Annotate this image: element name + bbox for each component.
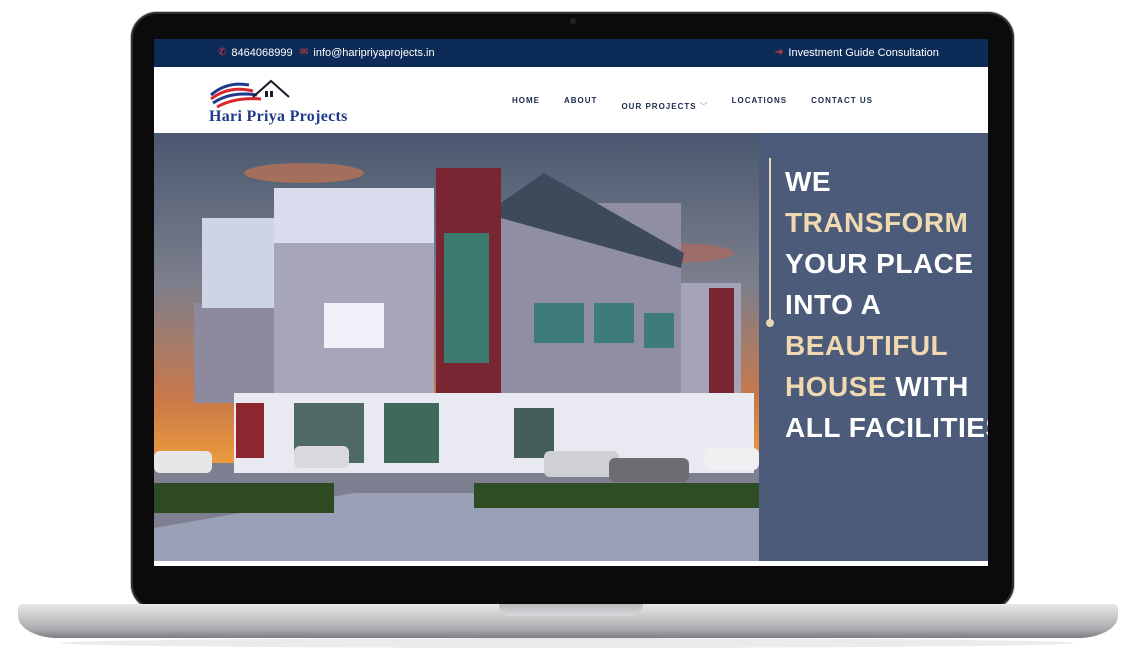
tagline-line-3: YOUR PLACE bbox=[785, 248, 974, 279]
decorative-line bbox=[769, 158, 771, 323]
hero-tagline: WE TRANSFORM YOUR PLACE INTO A BEAUTIFUL… bbox=[785, 161, 988, 448]
tagline-line-5: BEAUTIFUL bbox=[785, 330, 949, 361]
nav-about[interactable]: ABOUT bbox=[564, 96, 597, 114]
tagline-line-7: ALL FACILITIES bbox=[785, 412, 988, 443]
site-logo[interactable]: Hari Priya Projects bbox=[209, 77, 374, 127]
tagline-line-1: WE bbox=[785, 166, 832, 197]
house-photo bbox=[154, 133, 759, 561]
email-contact[interactable]: ✉ info@haripriyaprojects.in bbox=[300, 47, 435, 59]
envelope-icon: ✉ bbox=[300, 47, 309, 58]
chevron-down-icon[interactable]: ﹀ bbox=[700, 102, 708, 111]
hero-bottom-strip bbox=[154, 561, 988, 566]
laptop-shadow bbox=[60, 638, 1074, 648]
tagline-line-6-rest: WITH bbox=[895, 371, 969, 402]
hero-banner: WE TRANSFORM YOUR PLACE INTO A BEAUTIFUL… bbox=[154, 133, 988, 561]
main-nav: HOME ABOUT OUR PROJECTS ﹀ LOCATIONS CONTA… bbox=[512, 96, 873, 114]
logo-house-mark bbox=[210, 79, 290, 109]
phone-icon: ✆ bbox=[218, 47, 227, 58]
tagline-panel: WE TRANSFORM YOUR PLACE INTO A BEAUTIFUL… bbox=[759, 133, 988, 561]
logo-text: Hari Priya Projects bbox=[209, 108, 348, 125]
tagline-line-4: INTO A bbox=[785, 289, 882, 320]
nav-home[interactable]: HOME bbox=[512, 96, 540, 114]
phone-contact[interactable]: ✆ 8464068999 bbox=[218, 47, 293, 59]
consultation-label[interactable]: Investment Guide Consultation bbox=[788, 47, 938, 59]
nav-contact-us[interactable]: CONTACT US bbox=[811, 96, 873, 114]
top-info-bar: ✆ 8464068999 ✉ info@haripriyaprojects.in… bbox=[154, 39, 988, 67]
site-header: Hari Priya Projects HOME ABOUT OUR PROJE… bbox=[154, 67, 988, 133]
nav-our-projects-label[interactable]: OUR PROJECTS bbox=[621, 102, 696, 111]
email-address[interactable]: info@haripriyaprojects.in bbox=[313, 47, 434, 59]
nav-our-projects[interactable]: OUR PROJECTS ﹀ bbox=[621, 96, 707, 114]
webcam bbox=[569, 18, 576, 24]
phone-number[interactable]: 8464068999 bbox=[231, 47, 292, 59]
laptop-notch bbox=[499, 604, 643, 616]
website-screen: ✆ 8464068999 ✉ info@haripriyaprojects.in… bbox=[154, 39, 988, 566]
consultation-link[interactable]: ➔ Investment Guide Consultation bbox=[775, 47, 939, 59]
tagline-line-2: TRANSFORM bbox=[785, 207, 969, 238]
nav-locations[interactable]: LOCATIONS bbox=[732, 96, 788, 114]
tagline-line-6-highlight: HOUSE bbox=[785, 371, 888, 402]
tagline-line-6: HOUSE WITH bbox=[785, 366, 985, 407]
arrow-right-icon: ➔ bbox=[775, 47, 784, 58]
decorative-dot bbox=[766, 319, 774, 327]
